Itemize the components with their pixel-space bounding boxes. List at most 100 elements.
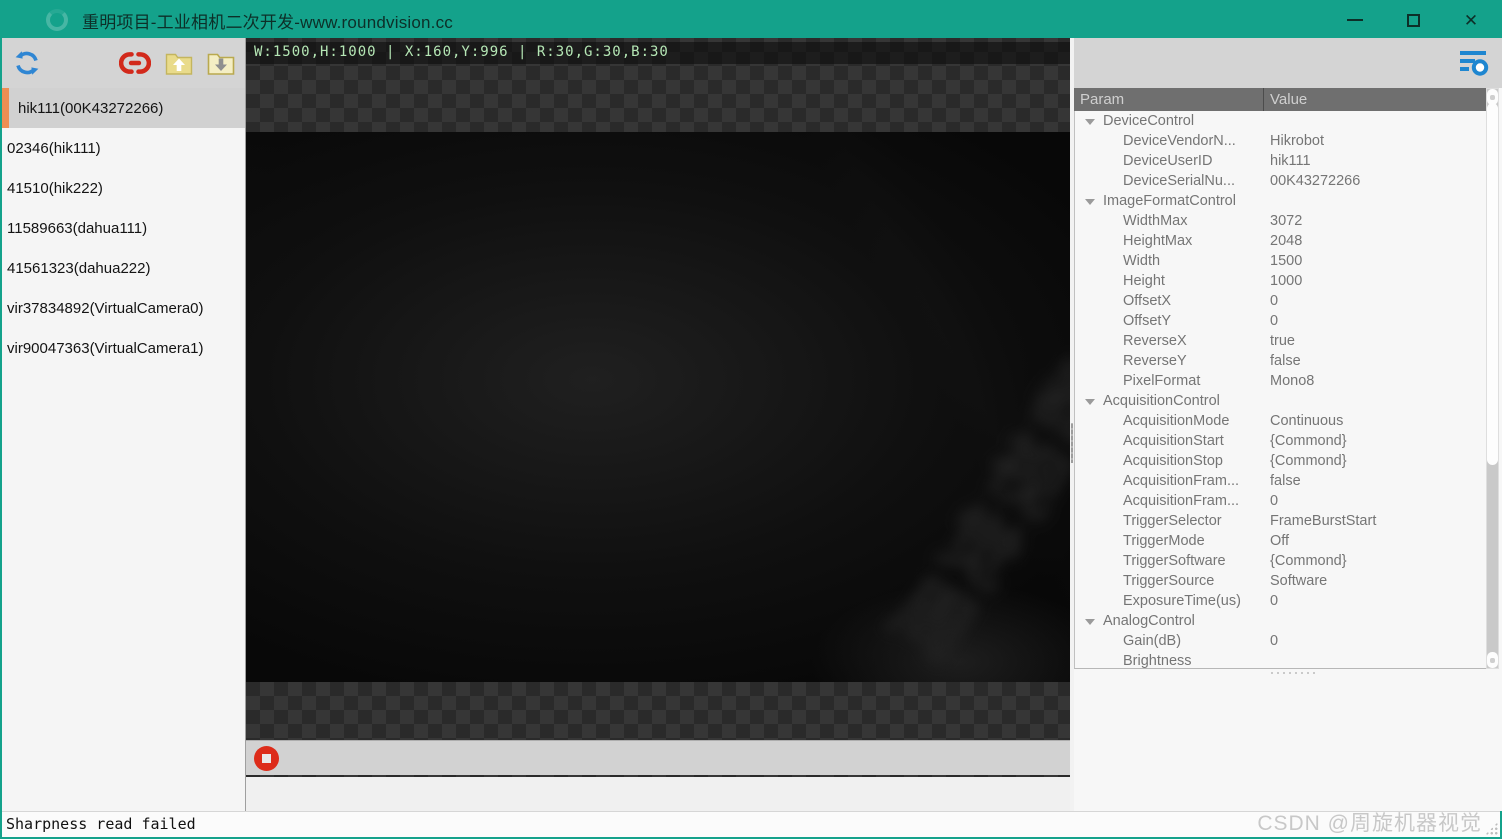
- param-row[interactable]: AcquisitionStop{Commond}: [1075, 451, 1486, 471]
- resize-grip[interactable]: [1485, 822, 1498, 835]
- collapse-arrow-icon[interactable]: [1085, 619, 1095, 625]
- param-row[interactable]: Brightness: [1075, 651, 1486, 669]
- param-row[interactable]: AcquisitionStart {Commond}: [1075, 431, 1486, 451]
- param-value[interactable]: hik111: [1270, 151, 1311, 171]
- param-name: Brightness: [1123, 651, 1192, 669]
- param-value[interactable]: true: [1270, 331, 1295, 351]
- param-row[interactable]: AcquisitionFram...false: [1075, 471, 1486, 491]
- param-row[interactable]: TriggerSelectorFrameBurstStart: [1075, 511, 1486, 531]
- param-value[interactable]: {Commond}: [1270, 551, 1347, 571]
- device-label: 41510(hik222): [7, 180, 103, 197]
- param-row[interactable]: TriggerSoftware{Commond}: [1075, 551, 1486, 571]
- param-value[interactable]: 0: [1270, 591, 1278, 611]
- param-name: ReverseX: [1123, 331, 1187, 351]
- param-row[interactable]: WidthMax 3072: [1075, 211, 1486, 231]
- param-value[interactable]: false: [1270, 351, 1301, 371]
- param-value[interactable]: {Commond}: [1270, 431, 1347, 451]
- param-value[interactable]: 0: [1270, 631, 1278, 651]
- param-value[interactable]: Continuous: [1270, 411, 1343, 431]
- param-group-row[interactable]: AnalogControl: [1075, 611, 1486, 631]
- param-value[interactable]: 1000: [1270, 271, 1302, 291]
- device-list-item[interactable]: 02346(hik111): [2, 128, 245, 168]
- param-row[interactable]: TriggerSource Software: [1075, 571, 1486, 591]
- minimize-button[interactable]: [1326, 2, 1384, 38]
- param-value[interactable]: 2048: [1270, 231, 1302, 251]
- param-value[interactable]: {Commond}: [1270, 451, 1347, 471]
- device-list-item[interactable]: 41561323(dahua222): [2, 248, 245, 288]
- load-image-button[interactable]: [206, 48, 236, 78]
- refresh-devices-button[interactable]: [12, 48, 42, 78]
- param-tree: DeviceControlDeviceVendorN...HikrobotDev…: [1074, 111, 1486, 669]
- param-value[interactable]: 3072: [1270, 211, 1302, 231]
- param-value[interactable]: 0: [1270, 311, 1278, 331]
- param-name: AcquisitionStart: [1123, 431, 1224, 451]
- scrollbar-thumb[interactable]: [1487, 103, 1498, 465]
- param-value[interactable]: 1500: [1270, 251, 1302, 271]
- param-value[interactable]: Off: [1270, 531, 1289, 551]
- param-name: AcquisitionControl: [1103, 391, 1220, 411]
- param-scrollbar[interactable]: [1486, 88, 1499, 669]
- maximize-icon: [1407, 14, 1420, 27]
- tree-resize-handle-icon[interactable]: [1269, 671, 1315, 675]
- param-name: DeviceSerialNu...: [1123, 171, 1235, 191]
- param-row[interactable]: PixelFormatMono8: [1075, 371, 1486, 391]
- param-row[interactable]: AcquisitionFram...0: [1075, 491, 1486, 511]
- param-value[interactable]: 00K43272266: [1270, 171, 1360, 191]
- param-row[interactable]: TriggerModeOff: [1075, 531, 1486, 551]
- param-value[interactable]: 0: [1270, 491, 1278, 511]
- param-name: Width: [1123, 251, 1160, 271]
- param-name: HeightMax: [1123, 231, 1192, 251]
- param-column-header[interactable]: Param: [1074, 88, 1264, 111]
- param-value[interactable]: 0: [1270, 291, 1278, 311]
- param-row[interactable]: ExposureTime(us) 0: [1075, 591, 1486, 611]
- param-name: Height: [1123, 271, 1165, 291]
- stop-button[interactable]: [254, 746, 279, 771]
- param-row[interactable]: Height 1000: [1075, 271, 1486, 291]
- param-row[interactable]: Gain(dB)0: [1075, 631, 1486, 651]
- param-row[interactable]: OffsetX0: [1075, 291, 1486, 311]
- param-row[interactable]: Width 1500: [1075, 251, 1486, 271]
- device-list-item[interactable]: 41510(hik222): [2, 168, 245, 208]
- connect-device-button[interactable]: [120, 48, 150, 78]
- device-list-item[interactable]: vir37834892(VirtualCamera0): [2, 288, 245, 328]
- param-group-row[interactable]: ImageFormatControl: [1075, 191, 1486, 211]
- param-row[interactable]: ReverseYfalse: [1075, 351, 1486, 371]
- collapse-arrow-icon[interactable]: [1085, 119, 1095, 125]
- splitter-handle-icon: [1071, 423, 1073, 463]
- collapse-arrow-icon[interactable]: [1085, 399, 1095, 405]
- param-name: ExposureTime(us): [1123, 591, 1241, 611]
- close-button[interactable]: ✕: [1442, 2, 1500, 38]
- param-row[interactable]: AcquisitionModeContinuous: [1075, 411, 1486, 431]
- param-name: TriggerSource: [1123, 571, 1214, 591]
- param-filter-button[interactable]: [1458, 48, 1490, 78]
- param-row[interactable]: HeightMax 2048: [1075, 231, 1486, 251]
- param-row[interactable]: DeviceUserIDhik111: [1075, 151, 1486, 171]
- param-value[interactable]: Software: [1270, 571, 1327, 591]
- param-name: DeviceVendorN...: [1123, 131, 1236, 151]
- param-name: DeviceControl: [1103, 111, 1194, 131]
- param-row[interactable]: OffsetY0: [1075, 311, 1486, 331]
- save-image-button[interactable]: [164, 48, 194, 78]
- device-list-item[interactable]: 11589663(dahua111): [2, 208, 245, 248]
- param-row[interactable]: ReverseX true: [1075, 331, 1486, 351]
- maximize-button[interactable]: [1384, 2, 1442, 38]
- value-column-header[interactable]: Value: [1264, 88, 1486, 111]
- link-icon: [119, 50, 151, 76]
- param-value[interactable]: Hikrobot: [1270, 131, 1324, 151]
- device-label: 02346(hik111): [7, 140, 101, 157]
- device-label: hik111(00K43272266): [18, 100, 163, 117]
- param-value[interactable]: Mono8: [1270, 371, 1314, 391]
- param-group-row[interactable]: AcquisitionControl: [1075, 391, 1486, 411]
- param-name: WidthMax: [1123, 211, 1187, 231]
- scroll-down-button[interactable]: [1487, 652, 1498, 668]
- param-value[interactable]: FrameBurstStart: [1270, 511, 1376, 531]
- device-list-item[interactable]: vir90047363(VirtualCamera1): [2, 328, 245, 368]
- param-row[interactable]: DeviceSerialNu... 00K43272266: [1075, 171, 1486, 191]
- image-viewer[interactable]: W:1500,H:1000 | X:160,Y:996 | R:30,G:30,…: [246, 38, 1070, 777]
- device-list-item[interactable]: hik111(00K43272266): [2, 88, 245, 128]
- param-group-row[interactable]: DeviceControl: [1075, 111, 1486, 131]
- param-row[interactable]: DeviceVendorN... Hikrobot: [1075, 131, 1486, 151]
- scroll-down-icon: [1490, 658, 1495, 663]
- param-value[interactable]: false: [1270, 471, 1301, 491]
- collapse-arrow-icon[interactable]: [1085, 199, 1095, 205]
